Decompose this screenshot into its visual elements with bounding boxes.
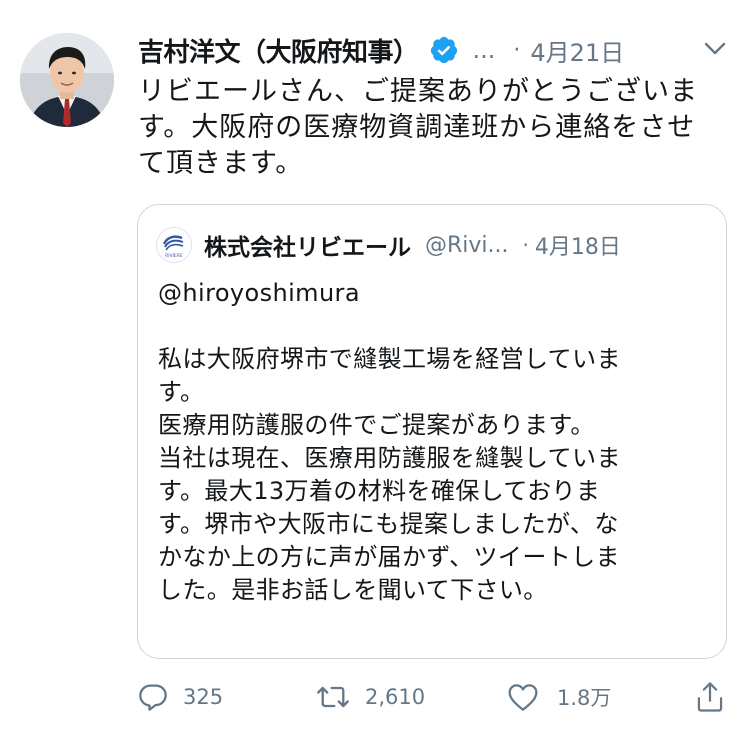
- author-handle[interactable]: ...: [473, 36, 496, 64]
- reply-button[interactable]: 325: [137, 672, 223, 722]
- quoted-author-avatar: RIVIERE: [156, 227, 192, 263]
- quoted-tweet-card[interactable]: RIVIERE 株式会社リビエール @Rivi... · 4月18日 @hiro…: [137, 204, 727, 659]
- quoted-text-line: かなか上の方に声が届かず、ツイートしま: [158, 543, 620, 571]
- retweet-icon: [317, 686, 349, 708]
- tweet-text-line: す。大阪府の医療物資調達班から連絡をさせ: [138, 112, 696, 143]
- share-button[interactable]: [695, 672, 725, 722]
- author-avatar[interactable]: [20, 33, 114, 127]
- retweet-count: 2,610: [365, 685, 426, 709]
- quoted-tweet-header: RIVIERE 株式会社リビエール @Rivi... · 4月18日: [156, 225, 621, 265]
- avatar-image: [20, 33, 114, 127]
- header-separator: ·: [513, 37, 521, 63]
- heart-icon: [508, 684, 538, 711]
- retweet-button[interactable]: 2,610: [315, 672, 425, 722]
- quoted-tweet-date: 4月18日: [534, 235, 621, 260]
- quoted-tweet-text: @hiroyoshimura 私は大阪府堺市で縫製工場を経営していま す。 医療…: [158, 277, 713, 607]
- tweet-text-line: て頂きます。: [138, 148, 304, 179]
- quoted-header-separator: ·: [522, 233, 529, 257]
- quoted-text-line: 医療用防護服の件でご提案があります。: [158, 411, 595, 439]
- quoted-text-line: した。是非お話しを聞いて下さい。: [158, 576, 548, 604]
- quoted-mention: @hiroyoshimura: [158, 279, 360, 307]
- verified-badge-icon: [429, 35, 459, 65]
- riviere-logo-icon: RIVIERE: [162, 235, 184, 259]
- tweet-date[interactable]: 4月21日: [530, 33, 624, 68]
- share-icon: [697, 682, 723, 712]
- tweet-text-line: リビエールさん、ご提案ありがとうございま: [138, 76, 698, 107]
- quoted-text-line: 当社は現在、医療用防護服を縫製していま: [158, 444, 621, 472]
- quoted-text-line: す。堺市や大阪市にも提案しましたが、な: [158, 510, 619, 538]
- quoted-author-handle: @Rivi...: [425, 232, 509, 258]
- quoted-text-line: す。最大13万着の材料を確保しておりま: [158, 477, 601, 505]
- author-name[interactable]: 吉村洋文（大阪府知事）: [138, 32, 419, 69]
- quoted-text-line: 私は大阪府堺市で縫製工場を経営していま: [158, 345, 621, 373]
- tweet-header: 吉村洋文（大阪府知事） ... · 4月21日: [138, 28, 738, 72]
- chevron-down-icon[interactable]: [700, 36, 730, 62]
- svg-text:RIVIERE: RIVIERE: [165, 253, 183, 259]
- tweet-action-bar: 325 2,610 1.8万: [137, 672, 737, 722]
- quoted-author-name: 株式会社リビエール: [204, 235, 411, 261]
- like-count: 1.8万: [557, 686, 612, 710]
- quoted-text-line: す。: [158, 378, 205, 406]
- reply-icon: [139, 684, 167, 711]
- reply-count: 325: [183, 685, 224, 709]
- tweet-text: リビエールさん、ご提案ありがとうございま す。大阪府の医療物資調達班から連絡をさ…: [138, 74, 718, 182]
- like-button[interactable]: 1.8万: [507, 672, 611, 722]
